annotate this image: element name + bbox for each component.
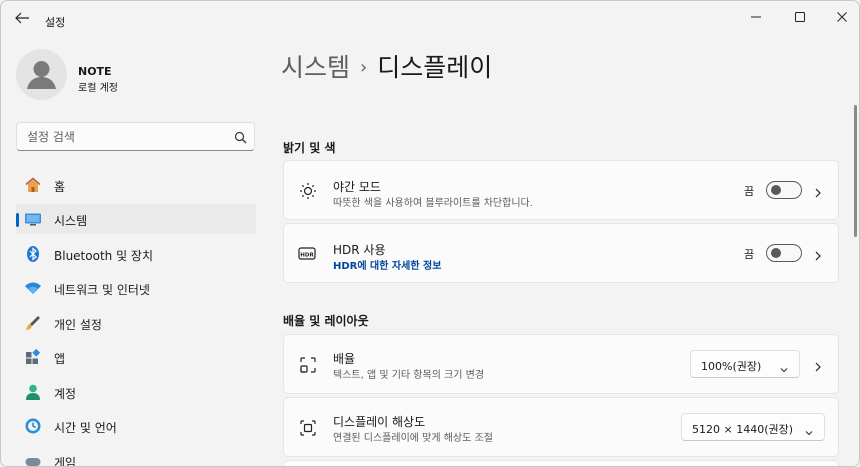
- next-card[interactable]: [283, 460, 839, 466]
- sidebar-item-gaming[interactable]: 게임: [16, 446, 256, 467]
- hdr-info-link[interactable]: HDR에 대한 자세한 정보: [333, 257, 441, 272]
- resolution-dropdown-value: 5120 × 1440(권장): [692, 423, 794, 436]
- night-light-state: 끔: [744, 185, 755, 198]
- chevron-right-icon[interactable]: [812, 247, 824, 261]
- hdr-title: HDR 사용: [333, 243, 386, 257]
- resolution-icon: [298, 418, 318, 438]
- scale-title: 배율: [333, 352, 356, 366]
- breadcrumb-parent[interactable]: 시스템: [281, 53, 350, 82]
- hdr-icon: HDR: [298, 244, 322, 264]
- night-light-subtitle: 따뜻한 색을 사용하여 블루라이트를 차단합니다.: [333, 198, 533, 209]
- settings-window: 설정 NOTE 로컬 계정 홈: [0, 0, 860, 467]
- sidebar-item-label: Bluetooth 및 장치: [54, 249, 154, 263]
- sidebar-item-label: 시간 및 언어: [54, 421, 117, 435]
- sidebar-item-personalization[interactable]: 개인 설정: [16, 308, 256, 338]
- scale-card[interactable]: 배율 텍스트, 앱 및 기타 항목의 크기 변경 100%(권장): [283, 334, 839, 394]
- home-icon: [24, 176, 42, 194]
- maximize-icon[interactable]: [785, 7, 815, 27]
- sidebar-item-home[interactable]: 홈: [16, 170, 256, 200]
- scale-subtitle: 텍스트, 앱 및 기타 항목의 크기 변경: [333, 370, 485, 381]
- gaming-icon: [24, 452, 42, 466]
- minimize-icon[interactable]: [741, 7, 771, 27]
- chevron-down-icon: [804, 423, 814, 436]
- system-icon: [24, 210, 42, 228]
- night-light-toggle[interactable]: [766, 181, 802, 199]
- title-bar: 설정: [1, 1, 859, 33]
- scale-dropdown-value: 100%(권장): [701, 360, 762, 373]
- hdr-state: 끔: [744, 248, 755, 261]
- scrollbar[interactable]: [854, 105, 857, 237]
- hdr-card[interactable]: HDR HDR 사용 HDR에 대한 자세한 정보 끔: [283, 223, 839, 283]
- active-indicator: [16, 213, 19, 227]
- time-language-icon: [24, 417, 42, 435]
- sidebar-item-apps[interactable]: 앱: [16, 342, 256, 372]
- personalization-icon: [24, 314, 42, 332]
- back-arrow-icon[interactable]: [12, 10, 32, 26]
- bluetooth-icon: [24, 245, 42, 263]
- account-type: 로컬 계정: [78, 83, 118, 94]
- sidebar-item-accounts[interactable]: 계정: [16, 377, 256, 407]
- sidebar-item-label: 시스템: [54, 214, 88, 228]
- breadcrumb-separator: ›: [360, 57, 368, 78]
- toggle-knob: [771, 185, 781, 195]
- apps-icon: [24, 348, 42, 366]
- chevron-right-icon[interactable]: [812, 358, 824, 372]
- resolution-dropdown[interactable]: 5120 × 1440(권장): [681, 413, 825, 441]
- network-icon: [24, 279, 42, 297]
- search-box[interactable]: [16, 122, 255, 151]
- sidebar-item-label: 앱: [54, 352, 66, 366]
- close-icon[interactable]: [827, 7, 857, 27]
- sidebar-item-label: 게임: [54, 456, 77, 467]
- app-title: 설정: [45, 16, 66, 29]
- sidebar-item-label: 개인 설정: [54, 318, 102, 332]
- chevron-down-icon: [779, 360, 789, 373]
- resolution-title: 디스플레이 해상도: [333, 415, 426, 429]
- sidebar-item-label: 홈: [54, 180, 66, 194]
- hdr-toggle[interactable]: [766, 244, 802, 262]
- sidebar-item-time-language[interactable]: 시간 및 언어: [16, 411, 256, 441]
- toggle-knob: [771, 248, 781, 258]
- scale-dropdown[interactable]: 100%(권장): [690, 350, 800, 378]
- page-title: 디스플레이: [377, 53, 493, 82]
- section-header-scale-layout: 배율 및 레이아웃: [283, 314, 369, 328]
- resolution-subtitle: 연결된 디스플레이에 맞게 해상도 조절: [333, 433, 493, 444]
- sidebar-item-label: 계정: [54, 387, 77, 401]
- section-header-brightness: 밝기 및 색: [283, 141, 336, 155]
- search-icon[interactable]: [234, 130, 248, 144]
- sidebar-item-bluetooth[interactable]: Bluetooth 및 장치: [16, 239, 256, 269]
- resolution-card[interactable]: 디스플레이 해상도 연결된 디스플레이에 맞게 해상도 조절 5120 × 14…: [283, 397, 839, 457]
- sidebar-item-label: 네트워크 및 인터넷: [54, 283, 150, 297]
- user-name: NOTE: [78, 65, 112, 78]
- chevron-right-icon[interactable]: [812, 184, 824, 198]
- search-input[interactable]: [27, 129, 227, 145]
- sidebar-item-network[interactable]: 네트워크 및 인터넷: [16, 273, 256, 303]
- hdr-icon-label: HDR: [300, 253, 314, 259]
- night-light-title: 야간 모드: [333, 180, 381, 194]
- breadcrumb: 시스템 › 디스플레이: [281, 48, 492, 84]
- scale-icon: [298, 355, 318, 375]
- sidebar-item-system[interactable]: 시스템: [16, 204, 256, 234]
- accounts-icon: [24, 383, 42, 401]
- night-light-icon: [298, 181, 318, 201]
- night-light-card[interactable]: 야간 모드 따뜻한 색을 사용하여 블루라이트를 차단합니다. 끔: [283, 160, 839, 220]
- avatar[interactable]: [16, 49, 67, 100]
